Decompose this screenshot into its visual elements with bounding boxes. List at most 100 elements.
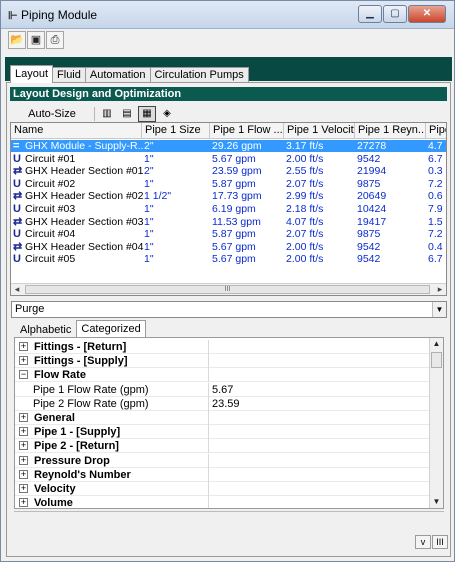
table-row[interactable]: U Circuit #04 1" 5.87 gpm 2.07 ft/s 9875 7.2 — [11, 228, 446, 240]
hide-columns-icon[interactable]: ▥ — [98, 106, 116, 122]
collapse-icon[interactable]: − — [19, 370, 28, 380]
table-row[interactable]: ⇄ GHX Header Section #02 1 1/2" 17.73 gpm 2.… — [11, 190, 446, 203]
cell-reynolds: 9875 — [357, 177, 381, 190]
table-row[interactable]: U Circuit #01 1" 5.67 gpm 2.00 ft/s 9542 6.7 — [11, 152, 446, 165]
purge-dropdown[interactable]: Purge ▼ — [11, 301, 447, 318]
column-header-pipe-reynolds[interactable]: Pipe 1 Reyn... — [355, 123, 426, 139]
property-row[interactable]: Pipe 2 Flow Rate (gpm) 23.59 — [15, 396, 429, 411]
cell-reynolds: 9542 — [357, 240, 381, 253]
grid-view-icon[interactable]: ▦ — [138, 106, 156, 122]
cell-name: U Circuit #04 — [13, 228, 144, 240]
cell-flow: 5.67 gpm — [212, 253, 256, 266]
expand-icon[interactable]: + — [19, 342, 28, 351]
status-button-v[interactable]: v — [415, 535, 431, 549]
tab-fluid[interactable]: Fluid — [52, 67, 86, 83]
cell-size: 1" — [144, 152, 154, 165]
expand-icon[interactable]: + — [19, 455, 28, 465]
row-name: Circuit #04 — [25, 228, 76, 241]
open-folder-icon[interactable]: 📂 — [8, 31, 26, 49]
table-row[interactable]: = GHX Module - Supply-R... 2" 29.26 gpm 3.17… — [11, 140, 446, 152]
scroll-up-icon[interactable]: ▲ — [430, 338, 443, 350]
minimize-button[interactable]: ▁ — [358, 5, 382, 23]
property-category[interactable]: + Fittings - [Supply] — [15, 354, 429, 369]
property-category[interactable]: + Volume — [15, 496, 429, 508]
property-value[interactable]: 23.59 — [208, 396, 429, 411]
property-value — [208, 453, 429, 468]
status-buttons: v III — [414, 535, 448, 549]
expand-icon[interactable]: + — [19, 498, 28, 508]
column-header-pipe-flow[interactable]: Pipe 1 Flow ... — [210, 123, 284, 139]
status-button-grip[interactable]: III — [432, 535, 448, 549]
scroll-right-icon[interactable]: ▸ — [434, 284, 446, 295]
table-row[interactable]: U Circuit #02 1" 5.87 gpm 2.07 ft/s 9875 7.2 — [11, 177, 446, 190]
property-category[interactable]: + Fittings - [Return] — [15, 340, 429, 354]
property-label: Flow Rate — [34, 369, 86, 382]
column-header-pipe-velocity[interactable]: Pipe 1 Velocity — [284, 123, 355, 139]
expand-icon[interactable]: + — [19, 427, 28, 437]
tag-icon[interactable]: ◈ — [158, 106, 176, 122]
cell-reynolds: 27278 — [357, 140, 387, 152]
property-category[interactable]: + Reynold's Number — [15, 467, 429, 482]
save-icon[interactable]: ▣ — [27, 31, 45, 49]
toolbar-separator — [94, 107, 95, 121]
column-header-pipe[interactable]: Pipe — [426, 123, 446, 139]
table-row[interactable]: ⇄ GHX Header Section #03 1" 11.53 gpm 4.07 f… — [11, 215, 446, 228]
details-icon[interactable]: ▤ — [118, 106, 136, 122]
auto-size-button[interactable]: Auto-Size — [13, 106, 91, 122]
row-name: Circuit #03 — [25, 203, 76, 215]
scroll-thumb-vertical[interactable] — [431, 352, 442, 368]
property-category[interactable]: + Pipe 2 - [Return] — [15, 439, 429, 454]
cell-size: 1" — [144, 215, 154, 228]
table-row[interactable]: ⇄ GHX Header Section #01 2" 23.59 gpm 2.55 f… — [11, 165, 446, 178]
property-category[interactable]: + Pressure Drop — [15, 453, 429, 468]
table-row[interactable]: ⇄ GHX Header Section #04 1" 5.67 gpm 2.00 ft… — [11, 240, 446, 253]
app-icon: ⊩ — [8, 10, 18, 22]
tab-layout[interactable]: Layout — [10, 65, 54, 83]
tab-automation[interactable]: Automation — [84, 67, 151, 83]
table-row[interactable]: U Circuit #05 1" 5.67 gpm 2.00 ft/s 9542 6.7 — [11, 253, 446, 266]
column-header-pipe-size[interactable]: Pipe 1 Size — [142, 123, 210, 139]
title-bar: ⊩ Piping Module ▁ ▢ ✕ — [1, 1, 454, 29]
property-category[interactable]: + General — [15, 411, 429, 425]
property-category[interactable]: − Flow Rate — [15, 368, 429, 383]
property-label: Reynold's Number — [34, 468, 131, 481]
scroll-thumb[interactable]: III — [25, 285, 430, 294]
vertical-scrollbar[interactable]: ▲ ▼ — [429, 338, 443, 508]
maximize-button[interactable]: ▢ — [383, 5, 407, 23]
expand-icon[interactable]: + — [19, 356, 28, 366]
column-header-name[interactable]: Name — [11, 123, 142, 139]
property-label: Pipe 2 - [Return] — [34, 440, 119, 453]
horizontal-scrollbar[interactable]: ◂ III ▸ — [11, 283, 446, 295]
print-icon[interactable]: ⎙ — [46, 31, 64, 49]
circuit-loop-icon: U — [13, 253, 21, 266]
expand-icon[interactable]: + — [19, 413, 28, 422]
tab-circulation-pumps[interactable]: Circulation Pumps — [149, 67, 249, 83]
close-button[interactable]: ✕ — [408, 5, 446, 23]
scroll-down-icon[interactable]: ▼ — [430, 496, 443, 508]
cell-reynolds: 10424 — [357, 203, 387, 215]
cell-reynolds: 9542 — [357, 253, 381, 266]
cell-velocity: 2.55 ft/s — [286, 165, 324, 178]
property-value[interactable]: 5.67 — [208, 382, 429, 397]
expand-icon[interactable]: + — [19, 484, 28, 493]
chevron-down-icon[interactable]: ▼ — [432, 302, 446, 317]
section-title: Layout Design and Optimization — [10, 87, 447, 101]
cell-velocity: 2.00 ft/s — [286, 240, 324, 253]
tab-alphabetic[interactable]: Alphabetic — [15, 322, 76, 338]
window-controls: ▁ ▢ ✕ — [357, 5, 446, 23]
tab-categorized[interactable]: Categorized — [76, 320, 146, 338]
expand-icon[interactable]: + — [19, 469, 28, 479]
property-category[interactable]: + Pipe 1 - [Supply] — [15, 425, 429, 440]
module-icon: = — [13, 140, 20, 152]
cell-name: = GHX Module - Supply-R... — [13, 140, 144, 152]
cell-velocity: 2.00 ft/s — [286, 152, 324, 165]
expand-icon[interactable]: + — [19, 441, 28, 451]
table-row[interactable]: U Circuit #03 1" 6.19 gpm 2.18 ft/s 10424 7.9 — [11, 203, 446, 215]
property-tabs: Alphabetic Categorized — [15, 320, 146, 338]
property-category[interactable]: + Velocity — [15, 482, 429, 496]
property-row[interactable]: Pipe 1 Flow Rate (gpm) 5.67 — [15, 382, 429, 397]
scroll-left-icon[interactable]: ◂ — [11, 284, 23, 295]
cell-velocity: 2.07 ft/s — [286, 177, 324, 190]
circuit-loop-icon: U — [13, 228, 21, 241]
row-name: GHX Header Section #02 — [25, 190, 144, 203]
